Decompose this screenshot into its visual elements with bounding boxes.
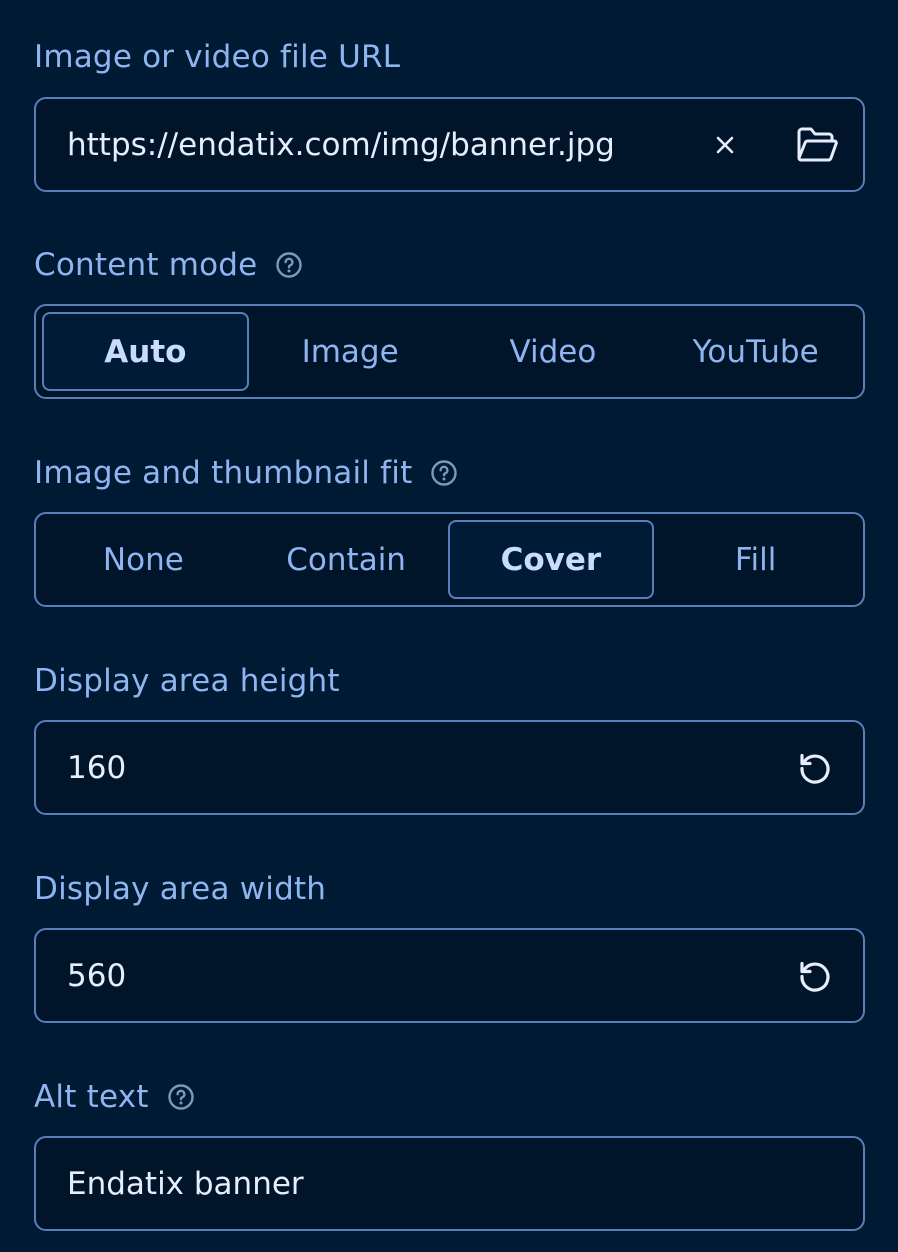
- fit-label-row: Image and thumbnail fit: [34, 453, 865, 493]
- content-mode-option-auto[interactable]: Auto: [42, 312, 249, 391]
- alt-text-label: Alt text: [34, 1079, 149, 1115]
- width-input[interactable]: 560: [34, 928, 865, 1023]
- fit-label: Image and thumbnail fit: [34, 455, 413, 491]
- url-label: Image or video file URL: [34, 39, 401, 75]
- content-mode-label: Content mode: [34, 247, 258, 283]
- fit-selector: None Contain Cover Fill: [34, 512, 865, 607]
- url-label-row: Image or video file URL: [34, 37, 865, 77]
- height-label-row: Display area height: [34, 661, 865, 701]
- fit-section: Image and thumbnail fit None Contain Cov…: [34, 453, 865, 607]
- reset-icon[interactable]: [793, 746, 837, 790]
- fit-option-contain[interactable]: Contain: [245, 520, 448, 599]
- width-input-value[interactable]: 560: [36, 958, 793, 994]
- height-input-value[interactable]: 160: [36, 750, 793, 786]
- fit-option-none[interactable]: None: [42, 520, 245, 599]
- content-mode-option-video[interactable]: Video: [452, 312, 655, 391]
- help-circle-icon[interactable]: [275, 251, 303, 279]
- content-mode-option-youtube[interactable]: YouTube: [654, 312, 857, 391]
- width-label-row: Display area width: [34, 869, 865, 909]
- alt-text-label-row: Alt text: [34, 1077, 865, 1117]
- content-mode-section: Content mode Auto Image Video YouTube: [34, 245, 865, 399]
- fit-option-fill[interactable]: Fill: [654, 520, 857, 599]
- height-input[interactable]: 160: [34, 720, 865, 815]
- image-properties-panel: Image or video file URL https://endatix.…: [0, 0, 898, 1252]
- folder-open-icon[interactable]: [795, 123, 839, 167]
- content-mode-label-row: Content mode: [34, 245, 865, 285]
- close-icon[interactable]: [705, 125, 745, 165]
- content-mode-option-image[interactable]: Image: [249, 312, 452, 391]
- height-label: Display area height: [34, 663, 340, 699]
- width-label: Display area width: [34, 871, 327, 907]
- alt-text-input[interactable]: Endatix banner: [34, 1136, 865, 1231]
- fit-option-cover[interactable]: Cover: [447, 520, 655, 599]
- help-circle-icon[interactable]: [430, 459, 458, 487]
- reset-icon[interactable]: [793, 954, 837, 998]
- url-section: Image or video file URL https://endatix.…: [34, 37, 865, 192]
- content-mode-selector: Auto Image Video YouTube: [34, 304, 865, 399]
- help-circle-icon[interactable]: [167, 1083, 195, 1111]
- alt-text-input-value[interactable]: Endatix banner: [36, 1166, 863, 1202]
- url-input[interactable]: https://endatix.com/img/banner.jpg: [34, 97, 865, 192]
- alt-text-section: Alt text Endatix banner: [34, 1077, 865, 1231]
- height-section: Display area height 160: [34, 661, 865, 815]
- url-input-value[interactable]: https://endatix.com/img/banner.jpg: [36, 127, 705, 163]
- width-section: Display area width 560: [34, 869, 865, 1023]
